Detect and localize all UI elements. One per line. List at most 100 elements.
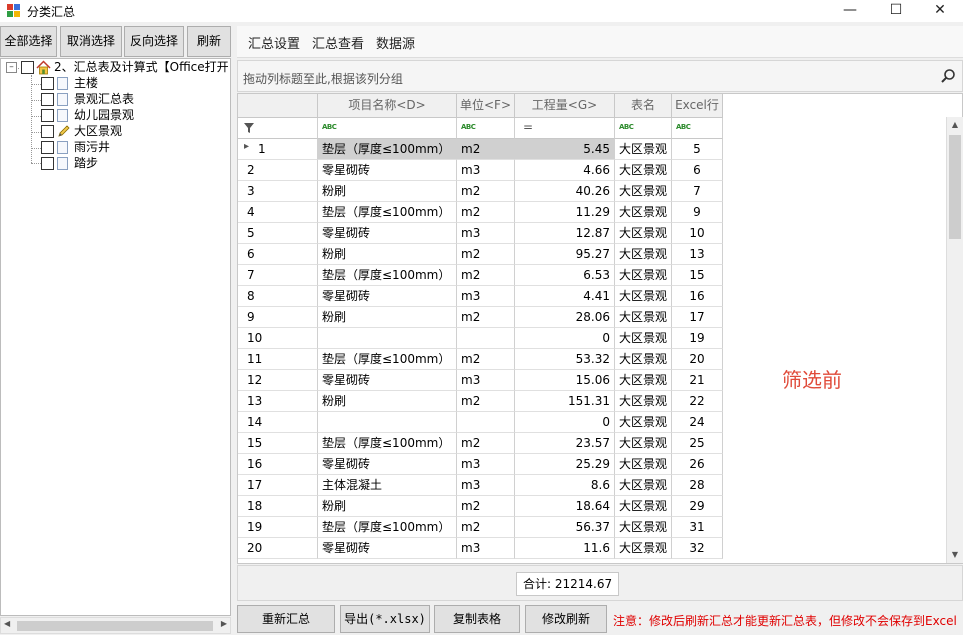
- cell-row-number[interactable]: 2: [238, 160, 318, 181]
- cell-row-number[interactable]: 4: [238, 202, 318, 223]
- cell-quantity[interactable]: 56.37: [515, 517, 615, 538]
- cell-quantity[interactable]: 11.6: [515, 538, 615, 559]
- cell-quantity[interactable]: 15.06: [515, 370, 615, 391]
- cell-table-name[interactable]: 大区景观: [615, 517, 672, 538]
- cell-table-name[interactable]: 大区景观: [615, 286, 672, 307]
- tab-data-source[interactable]: 数据源: [376, 33, 415, 52]
- cell-quantity[interactable]: 53.32: [515, 349, 615, 370]
- minimize-icon[interactable]: —: [827, 0, 873, 22]
- maximize-icon[interactable]: ☐: [873, 0, 919, 22]
- cell-table-name[interactable]: 大区景观: [615, 139, 672, 160]
- cell-item-name[interactable]: 垫层（厚度≤100mm）: [318, 202, 457, 223]
- copy-table-button[interactable]: 复制表格: [434, 605, 520, 633]
- cell-unit[interactable]: [457, 328, 515, 349]
- cell-unit[interactable]: m3: [457, 538, 515, 559]
- cell-unit[interactable]: m2: [457, 349, 515, 370]
- tree-root-checkbox[interactable]: [21, 61, 34, 74]
- cell-row-number[interactable]: 14: [238, 412, 318, 433]
- cell-excel-row[interactable]: 21: [672, 370, 723, 391]
- cell-item-name[interactable]: 粉刷: [318, 181, 457, 202]
- column-header-excel-row[interactable]: Excel行: [672, 94, 723, 118]
- select-all-button[interactable]: 全部选择: [0, 26, 57, 57]
- cell-excel-row[interactable]: 15: [672, 265, 723, 286]
- deselect-button[interactable]: 取消选择: [60, 26, 122, 57]
- cell-row-number[interactable]: 7: [238, 265, 318, 286]
- cell-unit[interactable]: m2: [457, 181, 515, 202]
- cell-excel-row[interactable]: 24: [672, 412, 723, 433]
- cell-excel-row[interactable]: 7: [672, 181, 723, 202]
- cell-table-name[interactable]: 大区景观: [615, 370, 672, 391]
- cell-excel-row[interactable]: 22: [672, 391, 723, 412]
- cell-table-name[interactable]: 大区景观: [615, 475, 672, 496]
- cell-row-number[interactable]: 17: [238, 475, 318, 496]
- cell-row-number[interactable]: 9: [238, 307, 318, 328]
- filter-excel-row[interactable]: ABC: [672, 118, 723, 139]
- cell-quantity[interactable]: 11.29: [515, 202, 615, 223]
- cell-excel-row[interactable]: 26: [672, 454, 723, 475]
- filter-item-name[interactable]: ABC: [318, 118, 457, 139]
- cell-excel-row[interactable]: 28: [672, 475, 723, 496]
- cell-item-name[interactable]: 零星砌砖: [318, 538, 457, 559]
- cell-item-name[interactable]: 粉刷: [318, 496, 457, 517]
- tree-item-main-building[interactable]: 主楼: [74, 75, 98, 91]
- column-header-table-name[interactable]: 表名: [615, 94, 672, 118]
- scrollbar-thumb[interactable]: [949, 135, 961, 239]
- cell-item-name[interactable]: 零星砌砖: [318, 223, 457, 244]
- cell-table-name[interactable]: 大区景观: [615, 538, 672, 559]
- cell-item-name[interactable]: 零星砌砖: [318, 160, 457, 181]
- cell-unit[interactable]: [457, 412, 515, 433]
- cell-quantity[interactable]: 5.45: [515, 139, 615, 160]
- tree-item-manhole[interactable]: 雨污井: [74, 139, 110, 155]
- cell-quantity[interactable]: 23.57: [515, 433, 615, 454]
- cell-row-number[interactable]: 15: [238, 433, 318, 454]
- cell-table-name[interactable]: 大区景观: [615, 223, 672, 244]
- cell-unit[interactable]: m2: [457, 244, 515, 265]
- cell-table-name[interactable]: 大区景观: [615, 307, 672, 328]
- cell-row-number[interactable]: 1: [238, 139, 318, 160]
- cell-unit[interactable]: m3: [457, 223, 515, 244]
- cell-table-name[interactable]: 大区景观: [615, 265, 672, 286]
- cell-quantity[interactable]: 6.53: [515, 265, 615, 286]
- cell-unit[interactable]: m3: [457, 160, 515, 181]
- tree-item-checkbox[interactable]: [41, 109, 54, 122]
- cell-table-name[interactable]: 大区景观: [615, 433, 672, 454]
- cell-row-number[interactable]: 8: [238, 286, 318, 307]
- tree-item-checkbox[interactable]: [41, 93, 54, 106]
- cell-quantity[interactable]: 40.26: [515, 181, 615, 202]
- scroll-left-icon[interactable]: ◀: [4, 619, 10, 628]
- cell-excel-row[interactable]: 10: [672, 223, 723, 244]
- cell-quantity[interactable]: 4.66: [515, 160, 615, 181]
- cell-table-name[interactable]: 大区景观: [615, 160, 672, 181]
- cell-item-name[interactable]: 垫层（厚度≤100mm）: [318, 433, 457, 454]
- filter-funnel-icon[interactable]: [244, 123, 254, 133]
- cell-unit[interactable]: m2: [457, 517, 515, 538]
- group-by-panel[interactable]: 拖动列标题至此,根据该列分组: [237, 60, 963, 92]
- cell-excel-row[interactable]: 31: [672, 517, 723, 538]
- grid-vertical-scrollbar[interactable]: ▲ ▼: [946, 117, 963, 563]
- cell-excel-row[interactable]: 29: [672, 496, 723, 517]
- filter-quantity[interactable]: =: [515, 118, 615, 139]
- cell-table-name[interactable]: 大区景观: [615, 496, 672, 517]
- cell-excel-row[interactable]: 19: [672, 328, 723, 349]
- cell-quantity[interactable]: 12.87: [515, 223, 615, 244]
- cell-excel-row[interactable]: 6: [672, 160, 723, 181]
- search-icon[interactable]: [940, 68, 956, 84]
- cell-item-name[interactable]: [318, 412, 457, 433]
- cell-item-name[interactable]: 垫层（厚度≤100mm）: [318, 139, 457, 160]
- cell-row-number[interactable]: 19: [238, 517, 318, 538]
- cell-unit[interactable]: m2: [457, 496, 515, 517]
- cell-quantity[interactable]: 25.29: [515, 454, 615, 475]
- tree-item-steps[interactable]: 踏步: [74, 155, 98, 171]
- column-header-unit[interactable]: 单位<F>: [457, 94, 515, 118]
- cell-unit[interactable]: m3: [457, 370, 515, 391]
- cell-item-name[interactable]: 粉刷: [318, 307, 457, 328]
- tree-item-district-landscape[interactable]: 大区景观: [74, 123, 122, 139]
- cell-item-name[interactable]: 主体混凝土: [318, 475, 457, 496]
- cell-row-number[interactable]: 11: [238, 349, 318, 370]
- cell-table-name[interactable]: 大区景观: [615, 181, 672, 202]
- tree-root-label[interactable]: 2、汇总表及计算式【Office打开: [54, 59, 229, 75]
- cell-unit[interactable]: m3: [457, 475, 515, 496]
- cell-row-number[interactable]: 13: [238, 391, 318, 412]
- tab-summary-settings[interactable]: 汇总设置: [248, 33, 300, 52]
- refresh-button[interactable]: 刷新: [187, 26, 231, 57]
